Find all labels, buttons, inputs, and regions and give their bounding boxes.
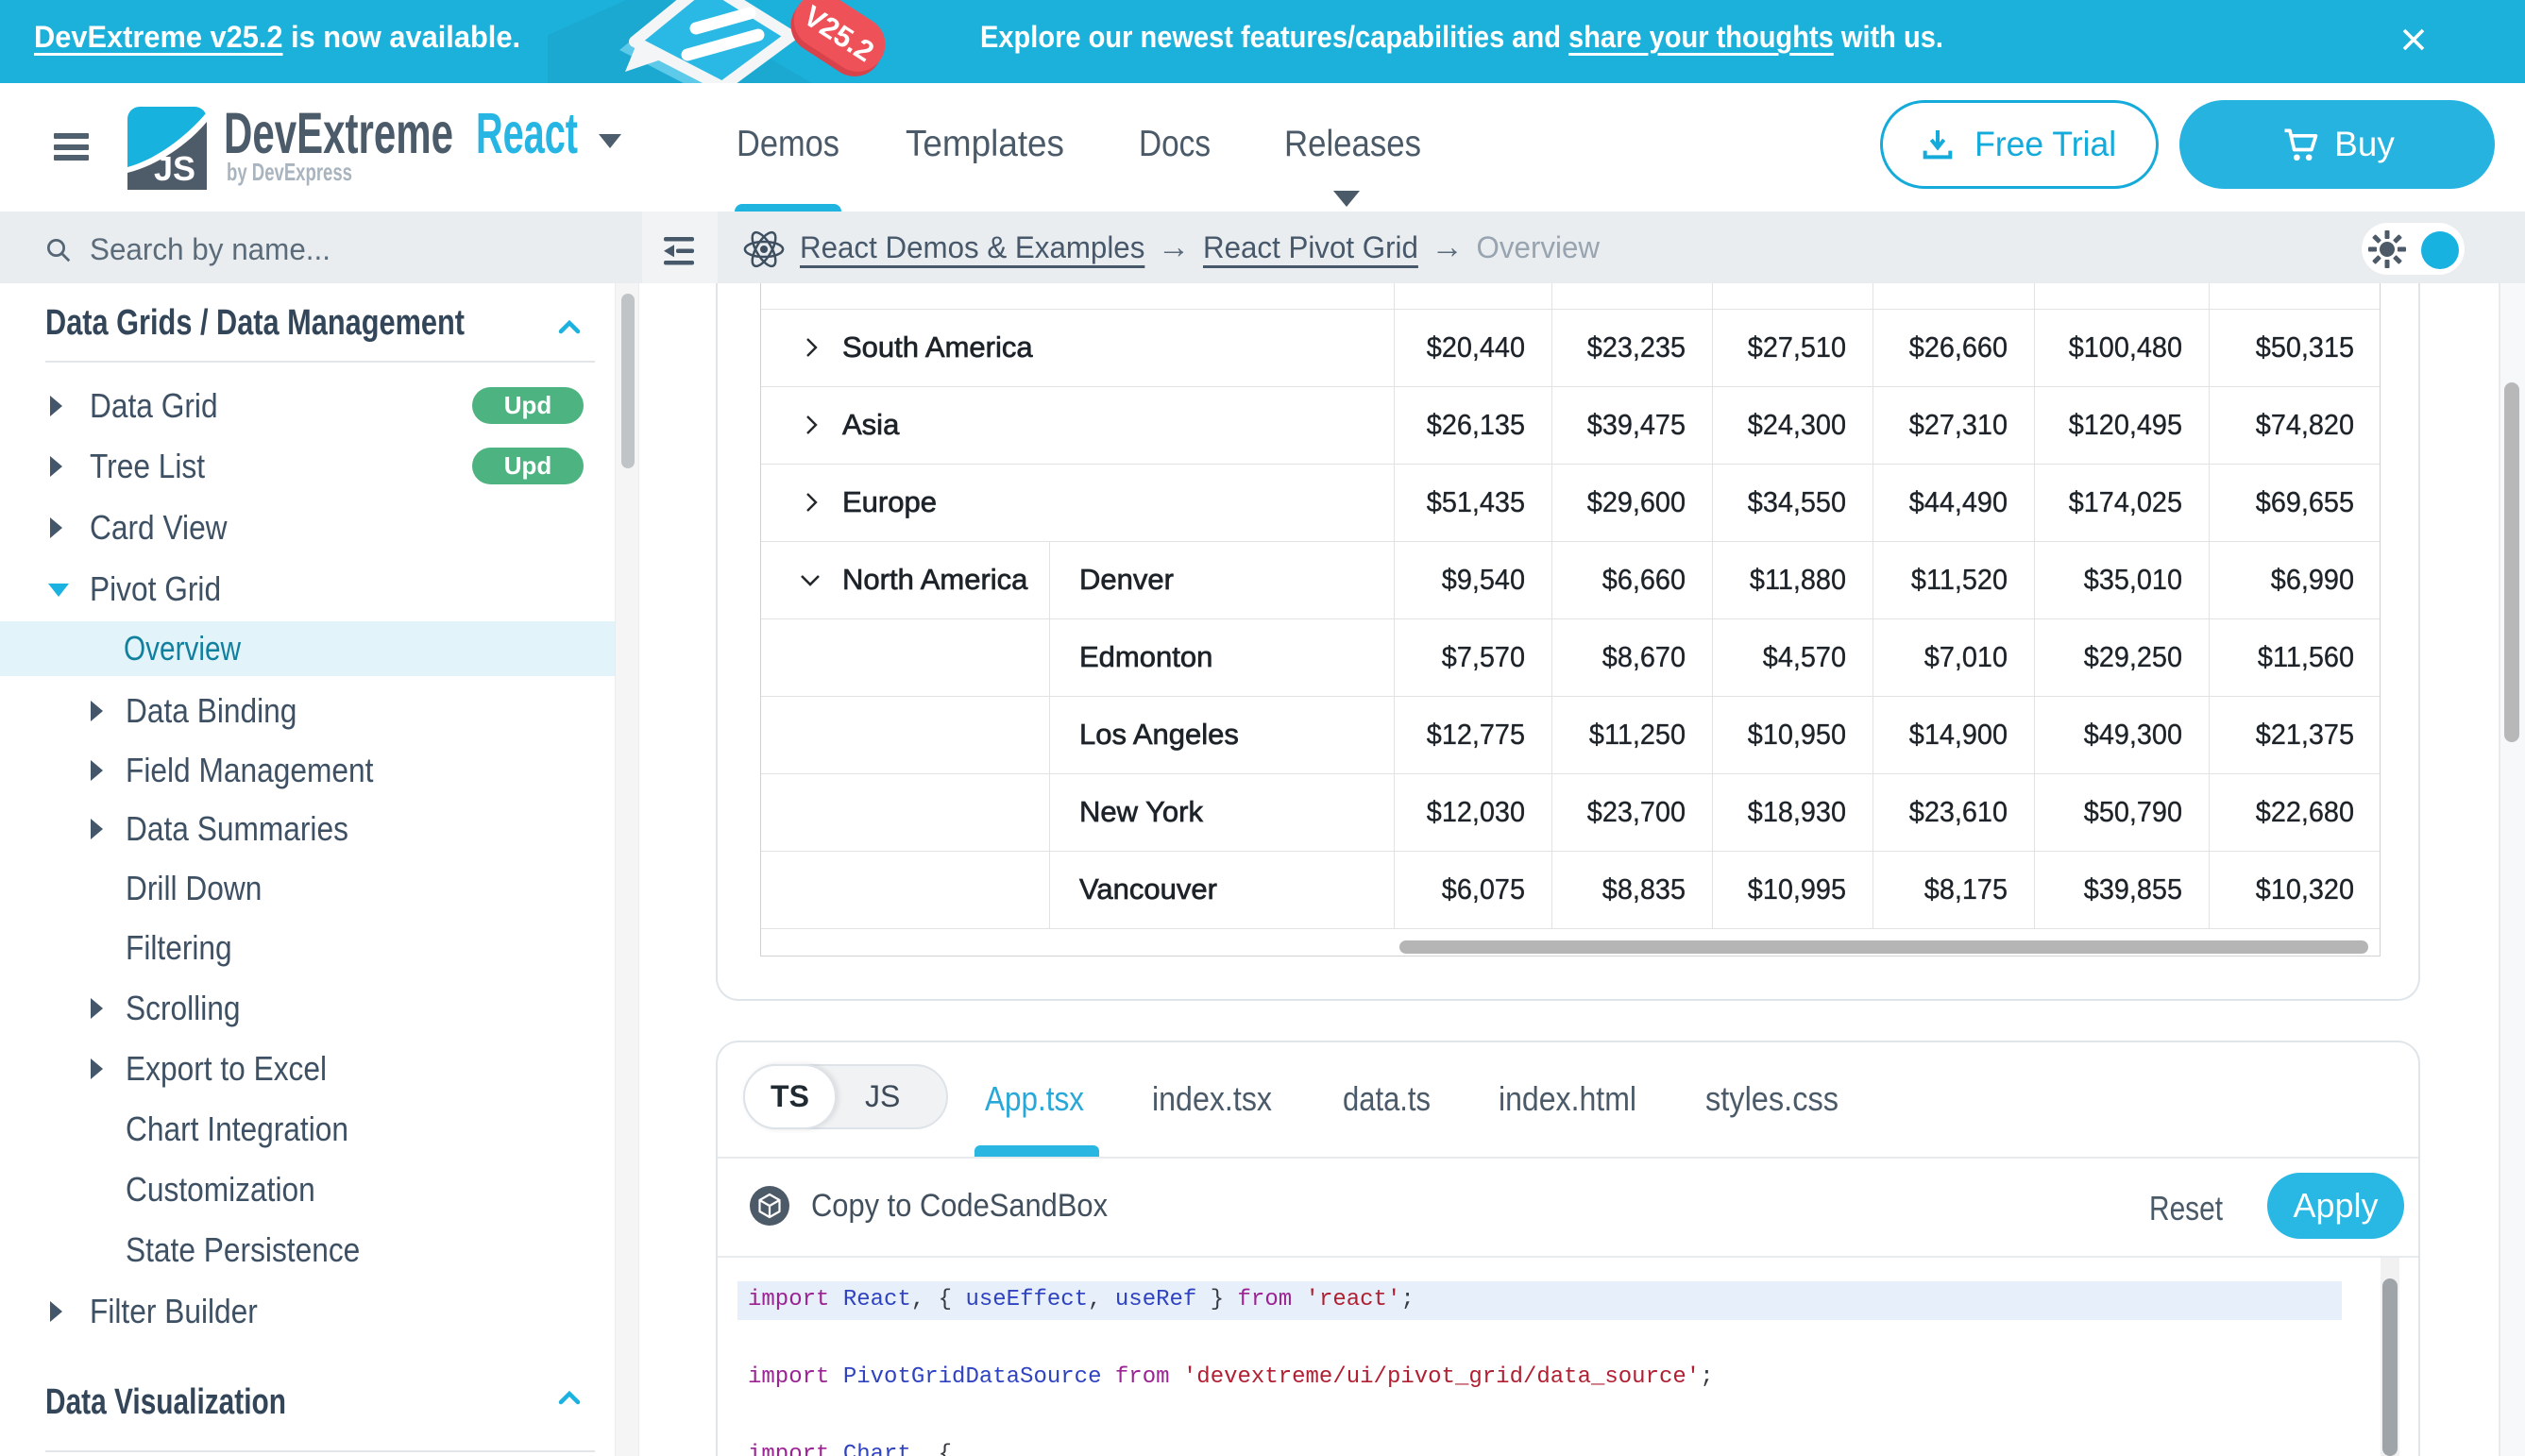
svg-text:JS: JS (154, 149, 195, 188)
